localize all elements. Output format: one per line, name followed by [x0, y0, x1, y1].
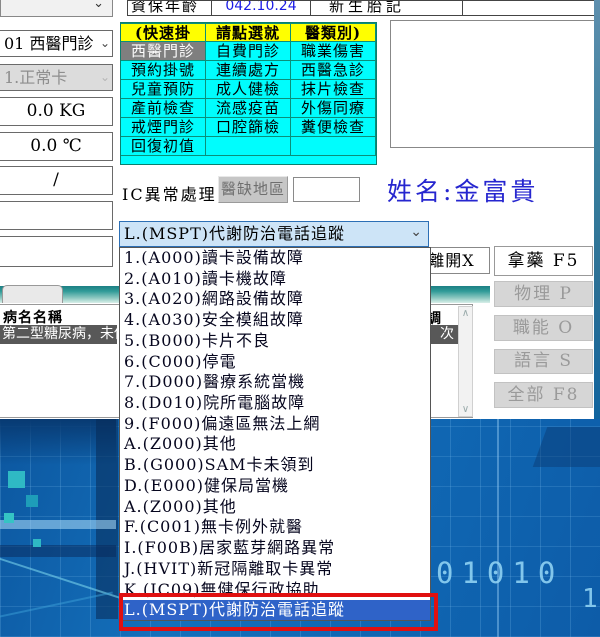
- quick-panel-row: 產前檢查 流感疫苗 外傷同療: [121, 99, 376, 118]
- chevron-down-icon: ⌄: [100, 31, 110, 56]
- quick-link-cell[interactable]: [291, 137, 376, 156]
- patient-name: 姓名:金富貴: [387, 172, 538, 208]
- dropdown-option[interactable]: I.(F00B)居家藍芽網路異常: [120, 538, 430, 559]
- background-decoration: [8, 471, 25, 488]
- speech-therapy-button: 語言 S: [494, 349, 593, 374]
- card-status-label: 1.正常卡: [4, 68, 67, 87]
- dropdown-option[interactable]: A.(Z000)其他: [120, 434, 430, 455]
- dropdown-option[interactable]: 8.(D010)院所電腦故障: [120, 393, 430, 414]
- dropdown-option[interactable]: 7.(D000)醫療系統當機: [120, 372, 430, 393]
- dropdown-option[interactable]: 5.(B000)卡片不良: [120, 331, 430, 352]
- ic-error-combobox[interactable]: L.(MSPT)代謝防治電話追蹤 ⌄: [119, 221, 429, 247]
- annotation-highlight-box: [119, 593, 438, 631]
- background-decoration: [33, 539, 41, 547]
- quick-link-cell[interactable]: 口腔篩檢: [206, 118, 291, 137]
- background-binary-digits: 01010: [436, 556, 563, 590]
- card-status-combobox: 1.正常卡 ⌄: [0, 64, 113, 91]
- quick-link-cell[interactable]: [206, 137, 291, 156]
- scroll-up-icon[interactable]: ∧: [459, 307, 472, 320]
- quick-link-cell[interactable]: 職業傷害: [291, 42, 376, 61]
- quick-panel-row: 預約掛號 連續處方 西醫急診: [121, 61, 376, 80]
- quick-link-cell[interactable]: 成人健檢: [206, 80, 291, 99]
- quick-link-cell[interactable]: 自費門診: [206, 42, 291, 61]
- dropdown-option[interactable]: 2.(A010)讀卡機故障: [120, 269, 430, 290]
- chevron-down-icon: ⌄: [410, 220, 423, 244]
- quick-link-cell[interactable]: 流感疫苗: [206, 99, 291, 118]
- occupational-therapy-button: 職能 O: [494, 315, 593, 341]
- disease-row-col2[interactable]: 次: [429, 325, 458, 344]
- dropdown-option[interactable]: 3.(A020)網路設備故障: [120, 289, 430, 310]
- memo-box[interactable]: [390, 20, 595, 148]
- insurance-age-label: 資保年齡: [127, 0, 212, 16]
- quick-link-cell[interactable]: 回復初值: [121, 137, 206, 156]
- dropdown-option[interactable]: 9.(F000)偏遠區無法上網: [120, 414, 430, 435]
- dropdown-option[interactable]: J.(HVIT)新冠隔離取卡異常: [120, 559, 430, 580]
- background-decoration: [96, 419, 118, 619]
- quick-link-cell[interactable]: 西醫急診: [291, 61, 376, 80]
- temperature-field[interactable]: 0.0 ℃: [0, 132, 113, 161]
- physical-therapy-button: 物理 P: [494, 281, 593, 307]
- dropdown-option[interactable]: D.(E000)健保局當機: [120, 476, 430, 497]
- background-binary-digit: 1: [582, 584, 598, 614]
- dropdown-option[interactable]: 1.(A000)讀卡設備故障: [120, 248, 430, 269]
- dropdown-option[interactable]: F.(C001)無卡例外就醫: [120, 517, 430, 538]
- disease-name-column-header: 病名名稱: [3, 307, 63, 327]
- window-right-edge: [594, 0, 600, 419]
- empty-field[interactable]: [0, 236, 113, 267]
- disease-list-scrollbar[interactable]: ∧ ∨: [458, 306, 473, 417]
- quick-link-cell[interactable]: 西醫門診: [121, 42, 206, 61]
- background-decoration: [26, 495, 38, 507]
- background-decoration: [0, 545, 116, 557]
- quick-panel-body: 西醫門診 自費門診 職業傷害 預約掛號 連續處方 西醫急診 兒童預防 成人健檢 …: [121, 42, 376, 156]
- dropdown-option[interactable]: A.(Z000)其他: [120, 497, 430, 518]
- quick-panel-header-cell: (快速掛: [121, 23, 206, 42]
- quick-link-cell[interactable]: 糞便檢查: [291, 118, 376, 137]
- dropdown-option[interactable]: B.(G000)SAM卡未領到: [120, 455, 430, 476]
- top-left-dropdown[interactable]: ⌄: [0, 0, 113, 17]
- ic-error-selected-value: L.(MSPT)代謝防治電話追蹤: [124, 224, 345, 243]
- background-decoration: [4, 513, 14, 523]
- ic-error-dropdown-list: 1.(A000)讀卡設備故障2.(A010)讀卡機故障3.(A020)網路設備故…: [119, 247, 431, 621]
- quick-link-cell[interactable]: 兒童預防: [121, 80, 206, 99]
- quick-link-cell[interactable]: 連續處方: [206, 61, 291, 80]
- quick-panel-row: 西醫門診 自費門診 職業傷害: [121, 42, 376, 61]
- disease-row[interactable]: 第二型糖尿病，未伴: [0, 325, 117, 344]
- all-button: 全部 F8: [494, 382, 593, 408]
- quick-panel-header-cell: 請點選就: [206, 23, 291, 42]
- chevron-down-icon: ⌄: [100, 65, 110, 90]
- quick-link-cell[interactable]: 抹片檢查: [291, 80, 376, 99]
- background-decoration: [0, 520, 116, 529]
- get-medicine-button[interactable]: 拿藥 F5: [494, 246, 593, 276]
- ic-abnormal-label: IC異常處理: [122, 181, 217, 205]
- blood-pressure-field[interactable]: /: [0, 166, 113, 195]
- clinic-type-label: 01 西醫門診: [4, 34, 93, 53]
- dropdown-option[interactable]: 6.(C000)停電: [120, 352, 430, 373]
- top-bar-empty-cell: [462, 0, 596, 16]
- quick-panel-row: 兒童預防 成人健檢 抹片檢查: [121, 80, 376, 99]
- remote-area-button: 醫缺地區: [218, 176, 288, 203]
- quick-link-cell[interactable]: 預約掛號: [121, 61, 206, 80]
- birth-date-value: 042.10.24: [211, 0, 311, 16]
- disease-tab[interactable]: [2, 285, 63, 303]
- scroll-down-icon[interactable]: ∨: [459, 403, 472, 416]
- background-decoration: [497, 419, 499, 637]
- weight-field[interactable]: 0.0 KG: [0, 97, 113, 126]
- quick-panel-header-cell: 醫類別): [291, 23, 376, 42]
- quick-link-cell[interactable]: 外傷同療: [291, 99, 376, 118]
- empty-field[interactable]: [0, 201, 113, 230]
- newborn-note-label: 新生胎記: [310, 0, 463, 16]
- clinic-type-combobox[interactable]: 01 西醫門診 ⌄: [0, 30, 113, 57]
- app-window: 01010 1 ⌄ 資保年齡 042.10.24 新生胎記 01 西醫門診 ⌄ …: [0, 0, 600, 637]
- ic-code-input[interactable]: [293, 177, 360, 202]
- quick-panel-row: 戒煙門診 口腔篩檢 糞便檢查: [121, 118, 376, 137]
- quick-registration-panel: (快速掛請點選就醫類別) 西醫門診 自費門診 職業傷害 預約掛號 連續處方 西醫…: [120, 22, 377, 165]
- quick-panel-row: 回復初值: [121, 137, 376, 156]
- chevron-down-icon: ⌄: [93, 0, 104, 11]
- quick-link-cell[interactable]: 戒煙門診: [121, 118, 206, 137]
- quick-link-cell[interactable]: 產前檢查: [121, 99, 206, 118]
- quick-panel-header: (快速掛請點選就醫類別): [121, 23, 376, 42]
- dropdown-option[interactable]: 4.(A030)安全模組故障: [120, 310, 430, 331]
